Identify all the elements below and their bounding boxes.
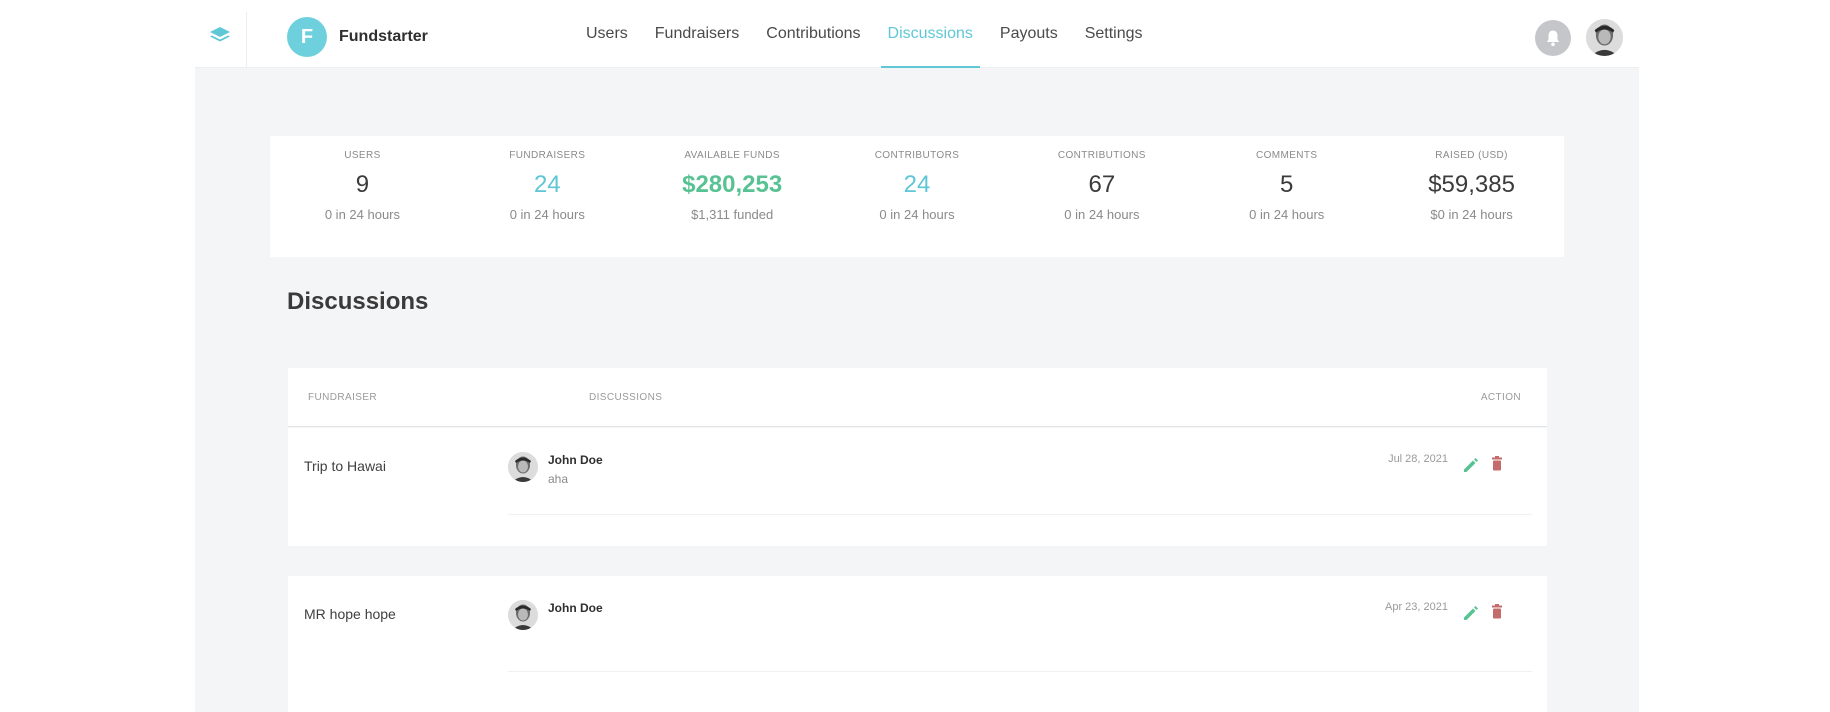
nav-item-settings[interactable]: Settings [1078, 0, 1150, 68]
stat-value: $59,385 [1428, 171, 1515, 198]
comment-date: Apr 23, 2021 [1385, 601, 1448, 613]
stat-label: CONTRIBUTIONS [1057, 150, 1146, 161]
column-header-action: ACTION [1480, 392, 1521, 403]
stat-comments: COMMENTS 5 0 in 24 hours [1194, 136, 1379, 257]
stat-sub: 0 in 24 hours [324, 207, 401, 222]
edit-icon[interactable] [1462, 456, 1480, 474]
brand-logo[interactable]: F [287, 17, 327, 57]
stat-sub: 0 in 24 hours [1064, 207, 1140, 222]
nav-item-users[interactable]: Users [579, 0, 635, 68]
stat-label: AVAILABLE FUNDS [684, 150, 780, 161]
stat-label: FUNDRAISERS [509, 150, 586, 161]
stat-label: COMMENTS [1255, 150, 1318, 161]
avatar [508, 600, 538, 630]
fundraiser-name[interactable]: Trip to Hawai [304, 458, 386, 474]
stat-sub: $1,311 funded [691, 207, 774, 222]
discussion-item: John Doe aha Jul 28, 2021 [508, 444, 1532, 515]
stat-fundraisers: FUNDRAISERS 24 0 in 24 hours [455, 136, 640, 257]
stat-sub: 0 in 24 hours [509, 207, 585, 222]
brand-initial: F [300, 25, 314, 48]
nav-item-discussions[interactable]: Discussions [880, 0, 981, 68]
fundraiser-name[interactable]: MR hope hope [304, 606, 396, 622]
stat-value: 67 [1088, 171, 1116, 198]
column-header-discussions: DISCUSSIONS [589, 392, 663, 403]
stat-label: USERS [344, 150, 381, 161]
stat-sub: 0 in 24 hours [1249, 207, 1325, 222]
nav-item-contributions[interactable]: Contributions [759, 0, 867, 68]
stat-raised: RAISED (USD) $59,385 $0 in 24 hours [1379, 136, 1564, 257]
table-row: Trip to Hawai John Doe aha Jul 28, 2021 [288, 428, 1547, 546]
app-frame: F Fundstarter Users Fundraisers Contribu… [195, 0, 1639, 712]
bell-icon [1546, 30, 1560, 47]
notifications-button[interactable] [1535, 20, 1571, 56]
stat-available-funds: AVAILABLE FUNDS $280,253 $1,311 funded [640, 136, 825, 257]
trash-icon[interactable] [1490, 456, 1504, 472]
page-title: Discussions [287, 288, 429, 315]
comment-author: John Doe [548, 453, 603, 467]
stat-value: 9 [355, 171, 370, 198]
stat-value: 24 [903, 171, 931, 198]
stat-sub: $0 in 24 hours [1430, 207, 1513, 222]
discussion-item: John Doe Apr 23, 2021 [508, 592, 1532, 672]
stat-value: $280,253 [682, 171, 783, 198]
stat-value: 5 [1280, 171, 1294, 198]
stat-users: USERS 9 0 in 24 hours [270, 136, 455, 257]
brand-name[interactable]: Fundstarter [339, 28, 428, 46]
nav-item-fundraisers[interactable]: Fundraisers [648, 0, 746, 68]
table-row: MR hope hope John Doe Apr 23, 2021 [288, 576, 1547, 712]
top-nav-bar: F Fundstarter Users Fundraisers Contribu… [195, 0, 1639, 68]
comment-text: aha [548, 472, 569, 486]
trash-icon[interactable] [1490, 604, 1504, 620]
avatar [508, 452, 538, 482]
stat-contributions: CONTRIBUTIONS 67 0 in 24 hours [1009, 136, 1194, 257]
nav-item-payouts[interactable]: Payouts [993, 0, 1065, 68]
stat-contributors: CONTRIBUTORS 24 0 in 24 hours [825, 136, 1010, 257]
column-header-fundraiser: FUNDRAISER [308, 392, 378, 403]
edit-icon[interactable] [1462, 604, 1480, 622]
header-divider [246, 12, 247, 68]
layers-icon[interactable] [209, 26, 231, 46]
main-nav: Users Fundraisers Contributions Discussi… [579, 0, 1163, 68]
user-avatar[interactable] [1586, 19, 1623, 56]
comment-author: John Doe [548, 601, 603, 615]
table-header: FUNDRAISER DISCUSSIONS ACTION [288, 368, 1547, 427]
stats-panel: USERS 9 0 in 24 hours FUNDRAISERS 24 0 i… [270, 136, 1564, 257]
stat-value: 24 [533, 171, 561, 198]
stat-sub: 0 in 24 hours [879, 207, 955, 222]
stat-label: RAISED (USD) [1435, 150, 1508, 161]
stat-label: CONTRIBUTORS [874, 150, 960, 161]
comment-date: Jul 28, 2021 [1388, 453, 1448, 465]
